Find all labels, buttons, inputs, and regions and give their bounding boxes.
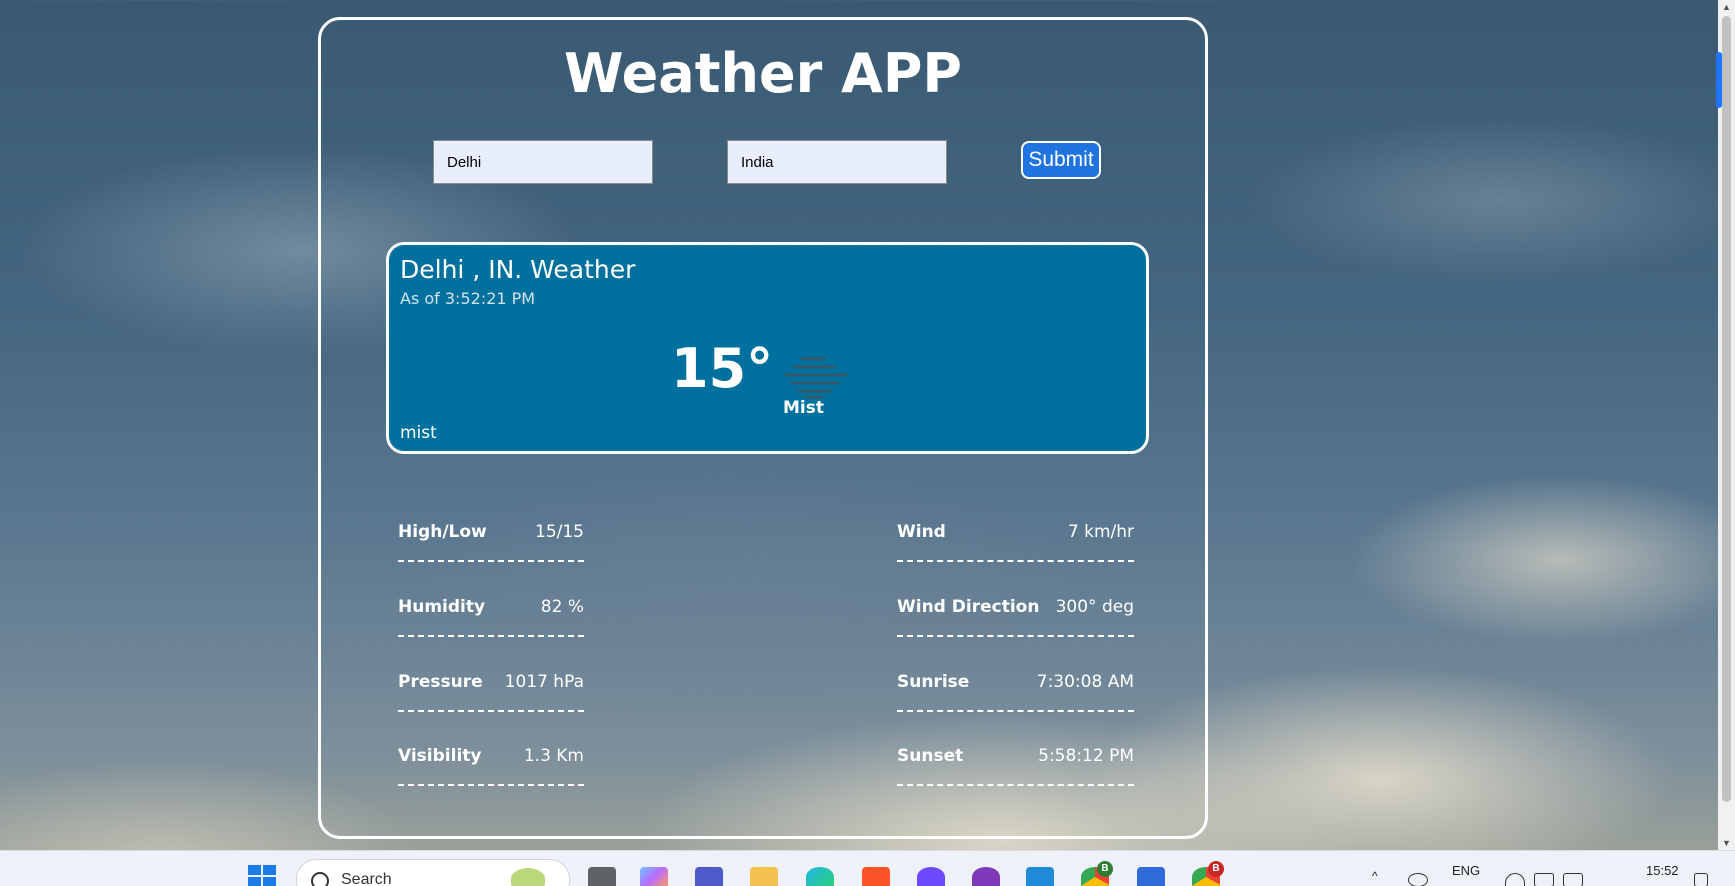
- detail-label: Sunrise: [897, 672, 970, 692]
- detail-visibility: Visibility 1.3 Km: [398, 746, 584, 794]
- battery-icon[interactable]: [1563, 873, 1583, 886]
- temperature-value: 15°: [671, 337, 774, 400]
- detail-label: Wind Direction: [897, 597, 1040, 617]
- city-input[interactable]: [433, 140, 653, 184]
- wifi-icon[interactable]: [1505, 873, 1525, 886]
- weather-app-card: Weather APP Submit Delhi , IN. Weather A…: [318, 17, 1208, 839]
- windows-start-icon[interactable]: [248, 865, 276, 886]
- dashed-divider: [398, 560, 584, 562]
- taskbar-search[interactable]: Search: [296, 859, 570, 886]
- search-label: Search: [341, 871, 392, 886]
- dashed-divider: [897, 560, 1134, 562]
- task-view-icon[interactable]: [588, 867, 616, 886]
- detail-value: 1017 hPa: [504, 672, 584, 692]
- condition-description: mist: [400, 423, 437, 443]
- volume-icon[interactable]: [1534, 873, 1554, 886]
- detail-label: Humidity: [398, 597, 486, 617]
- detail-wind-direction: Wind Direction 300° deg: [897, 597, 1134, 645]
- as-of-time: As of 3:52:21 PM: [400, 289, 536, 308]
- location-heading: Delhi , IN. Weather: [400, 255, 636, 284]
- brave-icon[interactable]: [862, 867, 890, 886]
- copilot-icon[interactable]: [640, 867, 668, 886]
- current-weather-panel: Delhi , IN. Weather As of 3:52:21 PM 15°…: [386, 242, 1149, 454]
- dashed-divider: [398, 710, 584, 712]
- condition-main-label: Mist: [783, 398, 824, 418]
- dashed-divider: [897, 635, 1134, 637]
- country-input[interactable]: [727, 140, 947, 184]
- detail-wind: Wind 7 km/hr: [897, 522, 1134, 570]
- detail-high-low: High/Low 15/15: [398, 522, 584, 570]
- language-indicator[interactable]: ENG: [1452, 863, 1480, 878]
- proton-vpn-icon[interactable]: [917, 867, 945, 886]
- detail-label: Pressure: [398, 672, 483, 692]
- edge-icon[interactable]: [806, 867, 834, 886]
- detail-value: 15/15: [535, 522, 584, 542]
- search-highlight-icon: [511, 868, 545, 886]
- page-scrollbar[interactable]: ▲ ▼: [1718, 0, 1735, 850]
- detail-label: Wind: [897, 522, 946, 542]
- detail-value: 5:58:12 PM: [1038, 746, 1134, 766]
- dashed-divider: [897, 784, 1134, 786]
- scroll-up-arrow-icon[interactable]: ▲: [1718, 0, 1735, 14]
- submit-button[interactable]: Submit: [1021, 141, 1101, 179]
- detail-value: 300° deg: [1055, 597, 1134, 617]
- detail-value: 7 km/hr: [1067, 522, 1134, 542]
- security-shield-icon[interactable]: [1408, 873, 1428, 886]
- dashed-divider: [398, 784, 584, 786]
- detail-label: High/Low: [398, 522, 487, 542]
- detail-value: 82 %: [540, 597, 584, 617]
- detail-sunrise: Sunrise 7:30:08 AM: [897, 672, 1134, 720]
- dashed-divider: [897, 710, 1134, 712]
- edge-sidebar-handle[interactable]: [1716, 52, 1722, 108]
- scroll-down-arrow-icon[interactable]: ▼: [1718, 836, 1735, 850]
- clock-time[interactable]: 15:52: [1646, 863, 1679, 878]
- vscode-icon[interactable]: [1026, 867, 1054, 886]
- dashed-divider: [398, 635, 584, 637]
- app-title: Weather APP: [564, 42, 962, 105]
- detail-sunset: Sunset 5:58:12 PM: [897, 746, 1134, 794]
- file-explorer-icon[interactable]: [750, 867, 778, 886]
- paint-icon[interactable]: [1137, 867, 1165, 886]
- mist-icon: [784, 357, 848, 399]
- detail-pressure: Pressure 1017 hPa: [398, 672, 584, 720]
- taskbar: Search B B ^ ENG 15:52: [0, 850, 1735, 886]
- detail-label: Visibility: [398, 746, 482, 766]
- notification-bell-icon[interactable]: [1694, 873, 1708, 886]
- search-icon: [311, 872, 329, 886]
- scrollbar-thumb[interactable]: [1722, 16, 1731, 802]
- github-desktop-icon[interactable]: [972, 867, 1000, 886]
- detail-value: 7:30:08 AM: [1036, 672, 1134, 692]
- detail-value: 1.3 Km: [523, 746, 584, 766]
- chrome-profile-badge: B: [1097, 861, 1113, 877]
- detail-label: Sunset: [897, 746, 964, 766]
- chrome-profile-badge: B: [1208, 861, 1224, 877]
- tray-overflow-chevron-icon[interactable]: ^: [1372, 869, 1378, 883]
- detail-humidity: Humidity 82 %: [398, 597, 584, 645]
- teams-icon[interactable]: [695, 867, 723, 886]
